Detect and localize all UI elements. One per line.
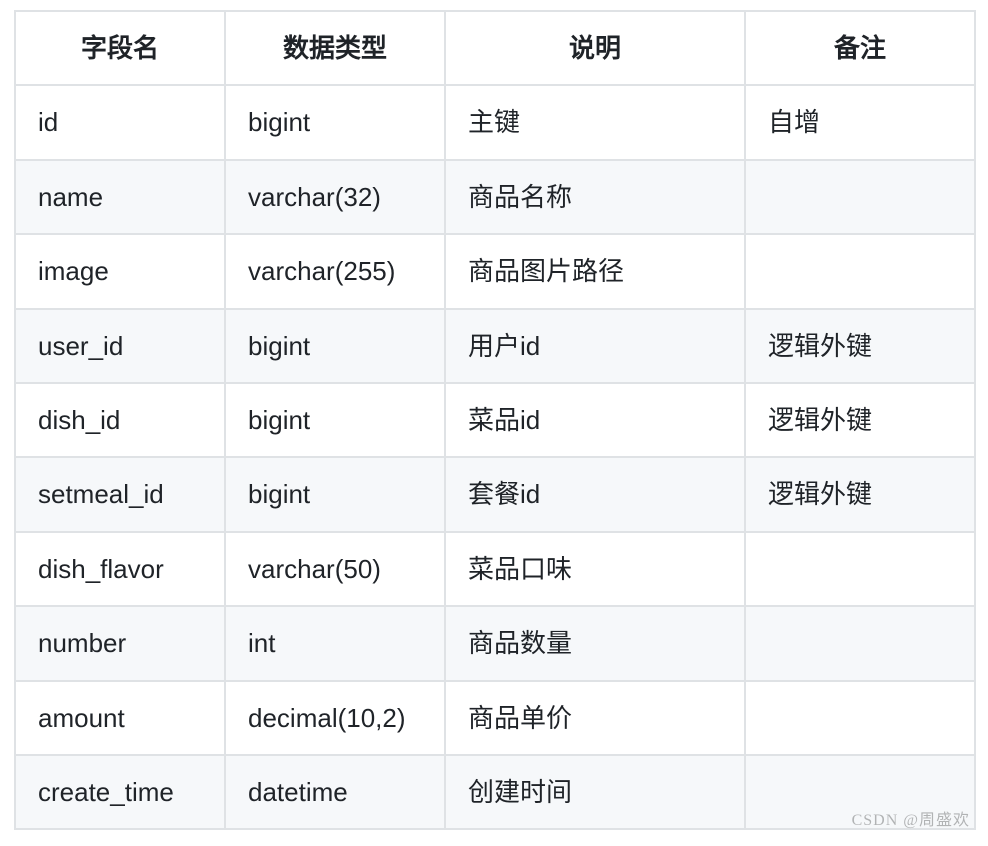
watermark-text: CSDN @周盛欢 — [852, 806, 970, 830]
cell-type: varchar(32) — [225, 160, 445, 234]
table-header-row: 字段名 数据类型 说明 备注 — [15, 11, 975, 85]
table-row: dish_flavor varchar(50) 菜品口味 — [15, 532, 975, 606]
cell-note: 逻辑外键 — [745, 383, 975, 457]
cell-field: name — [15, 160, 225, 234]
table-row: dish_id bigint 菜品id 逻辑外键 — [15, 383, 975, 457]
cell-note: 自增 — [745, 85, 975, 159]
cell-field: image — [15, 234, 225, 308]
table-row: amount decimal(10,2) 商品单价 — [15, 681, 975, 755]
table-row: user_id bigint 用户id 逻辑外键 — [15, 309, 975, 383]
cell-desc: 商品单价 — [445, 681, 745, 755]
schema-table: 字段名 数据类型 说明 备注 id bigint 主键 自增 name varc… — [14, 10, 976, 830]
cell-note — [745, 160, 975, 234]
col-header-note: 备注 — [745, 11, 975, 85]
cell-desc: 菜品id — [445, 383, 745, 457]
cell-desc: 创建时间 — [445, 755, 745, 829]
cell-type: int — [225, 606, 445, 680]
cell-type: varchar(50) — [225, 532, 445, 606]
cell-note: 逻辑外键 — [745, 457, 975, 531]
cell-type: bigint — [225, 457, 445, 531]
cell-field: dish_id — [15, 383, 225, 457]
cell-field: user_id — [15, 309, 225, 383]
cell-field: amount — [15, 681, 225, 755]
col-header-type: 数据类型 — [225, 11, 445, 85]
cell-desc: 商品图片路径 — [445, 234, 745, 308]
table-row: name varchar(32) 商品名称 — [15, 160, 975, 234]
table-row: setmeal_id bigint 套餐id 逻辑外键 — [15, 457, 975, 531]
cell-field: create_time — [15, 755, 225, 829]
cell-type: varchar(255) — [225, 234, 445, 308]
table-row: create_time datetime 创建时间 — [15, 755, 975, 829]
cell-note — [745, 532, 975, 606]
cell-desc: 主键 — [445, 85, 745, 159]
cell-note — [745, 606, 975, 680]
table-row: id bigint 主键 自增 — [15, 85, 975, 159]
cell-type: decimal(10,2) — [225, 681, 445, 755]
col-header-desc: 说明 — [445, 11, 745, 85]
cell-field: dish_flavor — [15, 532, 225, 606]
cell-desc: 用户id — [445, 309, 745, 383]
cell-note: 逻辑外键 — [745, 309, 975, 383]
cell-field: number — [15, 606, 225, 680]
col-header-field: 字段名 — [15, 11, 225, 85]
cell-desc: 商品数量 — [445, 606, 745, 680]
cell-type: datetime — [225, 755, 445, 829]
cell-type: bigint — [225, 383, 445, 457]
cell-field: setmeal_id — [15, 457, 225, 531]
cell-desc: 菜品口味 — [445, 532, 745, 606]
cell-desc: 套餐id — [445, 457, 745, 531]
table-row: number int 商品数量 — [15, 606, 975, 680]
cell-type: bigint — [225, 85, 445, 159]
cell-note — [745, 681, 975, 755]
cell-note — [745, 234, 975, 308]
cell-type: bigint — [225, 309, 445, 383]
cell-field: id — [15, 85, 225, 159]
table-row: image varchar(255) 商品图片路径 — [15, 234, 975, 308]
cell-desc: 商品名称 — [445, 160, 745, 234]
